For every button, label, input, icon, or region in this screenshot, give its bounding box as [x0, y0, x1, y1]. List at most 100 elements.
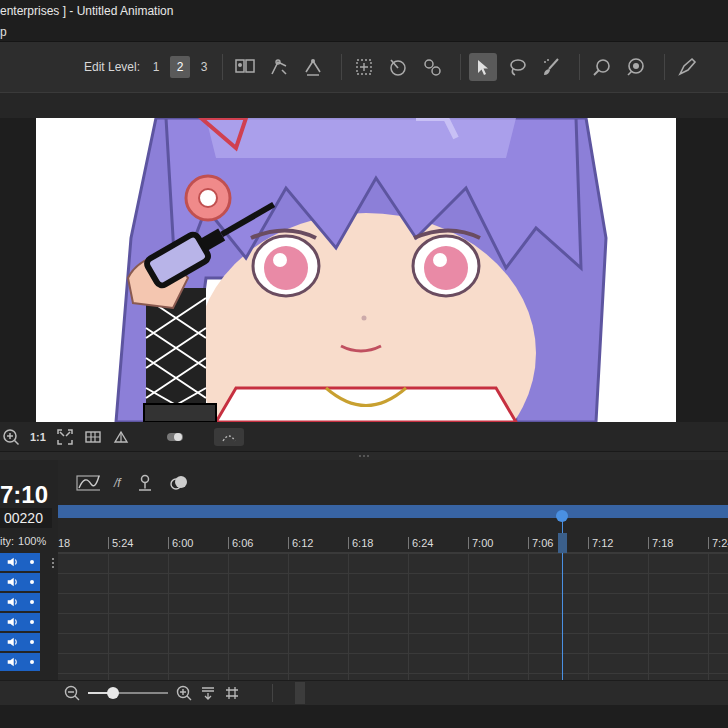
pen-icon[interactable] — [673, 53, 701, 81]
menu-item[interactable]: p — [0, 25, 7, 39]
opacity-label: ity: — [0, 535, 14, 547]
opacity-value[interactable]: 100% — [18, 535, 46, 547]
bone-manipulate-icon[interactable] — [418, 53, 446, 81]
layer-grip — [40, 593, 58, 613]
fps-label[interactable]: /f — [114, 476, 121, 490]
zoom-reset-button[interactable]: 1:1 — [30, 431, 46, 443]
timeline-panel: 7:10 00220 ity: 100% /f 185:246:006:066:… — [0, 460, 728, 680]
layer-row[interactable] — [0, 553, 58, 573]
status-area — [0, 705, 728, 728]
layer-row[interactable] — [0, 573, 58, 593]
time-ruler[interactable]: 185:246:006:066:126:186:247:007:067:127:… — [58, 518, 728, 553]
speaker-icon[interactable] — [6, 576, 18, 588]
eraser-icon[interactable] — [169, 473, 189, 493]
ruler-label: 6:18 — [348, 537, 408, 549]
zoom-knob[interactable] — [107, 687, 119, 699]
layer-cell[interactable] — [0, 553, 40, 573]
ruler-label: 6:12 — [288, 537, 348, 549]
ruler-label: 7:24 — [708, 537, 728, 549]
lasso-icon[interactable] — [503, 53, 531, 81]
speaker-icon[interactable] — [6, 596, 18, 608]
zoom-in-icon[interactable] — [2, 428, 20, 446]
edit-levels: 123 — [146, 56, 214, 78]
speaker-icon[interactable] — [6, 616, 18, 628]
visibility-dot[interactable] — [30, 620, 34, 624]
edit-level-label: Edit Level: — [84, 60, 140, 74]
layer-cells — [0, 553, 58, 673]
layer-cell[interactable] — [0, 633, 40, 653]
layer-grip — [40, 613, 58, 633]
ruler-label: 7:12 — [588, 537, 648, 549]
edit-level-button[interactable]: 2 — [170, 56, 190, 78]
timeline-tools: /f — [58, 460, 728, 505]
zoom-out-icon[interactable] — [64, 685, 80, 701]
layer-row[interactable] — [0, 613, 58, 633]
speaker-icon[interactable] — [6, 656, 18, 668]
ruler-label: 6:06 — [228, 537, 288, 549]
timeline-bottom-bar — [0, 680, 728, 705]
layer-cell[interactable] — [0, 653, 40, 673]
ruler-label: 5:24 — [108, 537, 168, 549]
options-bar — [0, 92, 728, 118]
layer-cell[interactable] — [0, 593, 40, 613]
grid-icon[interactable] — [84, 428, 102, 446]
layer-grip — [40, 573, 58, 593]
panel-divider[interactable] — [0, 452, 728, 460]
layer-row[interactable] — [0, 653, 58, 673]
grid-snap-icon[interactable] — [224, 685, 240, 701]
frame-field[interactable]: 00220 — [0, 508, 52, 528]
pen-bone-icon[interactable] — [265, 53, 293, 81]
auto-bone-icon[interactable] — [299, 53, 327, 81]
layers-icon[interactable] — [231, 53, 259, 81]
pin-icon[interactable] — [135, 473, 155, 493]
title-bar: enterprises ] - Untitled Animation — [0, 0, 728, 22]
brush-icon[interactable] — [537, 53, 565, 81]
speaker-icon[interactable] — [6, 556, 18, 568]
ruler-label: 6:24 — [408, 537, 468, 549]
canvas-picture[interactable] — [36, 118, 676, 422]
toolbar: Edit Level: 123 — [0, 42, 728, 92]
visibility-dot[interactable] — [30, 640, 34, 644]
layer-row[interactable] — [0, 593, 58, 613]
visibility-dot[interactable] — [30, 600, 34, 604]
layer-grip — [40, 653, 58, 673]
visibility-dot[interactable] — [30, 580, 34, 584]
visibility-dot[interactable] — [30, 560, 34, 564]
canvas-area — [0, 118, 728, 422]
scroll-handle[interactable] — [295, 682, 305, 704]
ruler-label: 7:00 — [468, 537, 528, 549]
menu-bar: p — [0, 22, 728, 42]
select-arrow-icon[interactable] — [469, 53, 497, 81]
window-title: enterprises ] - Untitled Animation — [0, 4, 173, 18]
zoom-in-icon[interactable] — [176, 685, 192, 701]
edit-level-button[interactable]: 3 — [194, 56, 214, 78]
edit-level-button[interactable]: 1 — [146, 56, 166, 78]
frame-scale-icon[interactable] — [200, 685, 216, 701]
ruler-label: 6:00 — [168, 537, 228, 549]
rotate-icon[interactable] — [384, 53, 412, 81]
playhead[interactable] — [562, 518, 563, 680]
smooth-icon[interactable] — [588, 53, 616, 81]
onion-icon[interactable] — [112, 428, 130, 446]
playback-range[interactable] — [58, 505, 728, 518]
ruler-label: 7:18 — [648, 537, 708, 549]
transform-icon[interactable] — [350, 53, 378, 81]
current-time: 7:10 — [0, 460, 58, 508]
toggle-icon[interactable] — [160, 428, 190, 446]
layer-row[interactable] — [0, 633, 58, 653]
ruler-label: 18 — [58, 537, 108, 549]
speaker-icon[interactable] — [6, 636, 18, 648]
graph-icon[interactable] — [72, 473, 100, 493]
track-area[interactable] — [58, 553, 728, 680]
layer-cell[interactable] — [0, 613, 40, 633]
visibility-dot[interactable] — [30, 660, 34, 664]
target-icon[interactable] — [622, 53, 650, 81]
zoom-slider[interactable] — [88, 692, 168, 694]
layer-grip — [40, 633, 58, 653]
canvas-toolbar: 1:1 — [0, 422, 728, 452]
grip-icon[interactable] — [51, 557, 55, 569]
layer-grip — [40, 553, 58, 573]
layer-cell[interactable] — [0, 573, 40, 593]
fit-icon[interactable] — [56, 428, 74, 446]
curve-icon[interactable] — [214, 428, 244, 446]
